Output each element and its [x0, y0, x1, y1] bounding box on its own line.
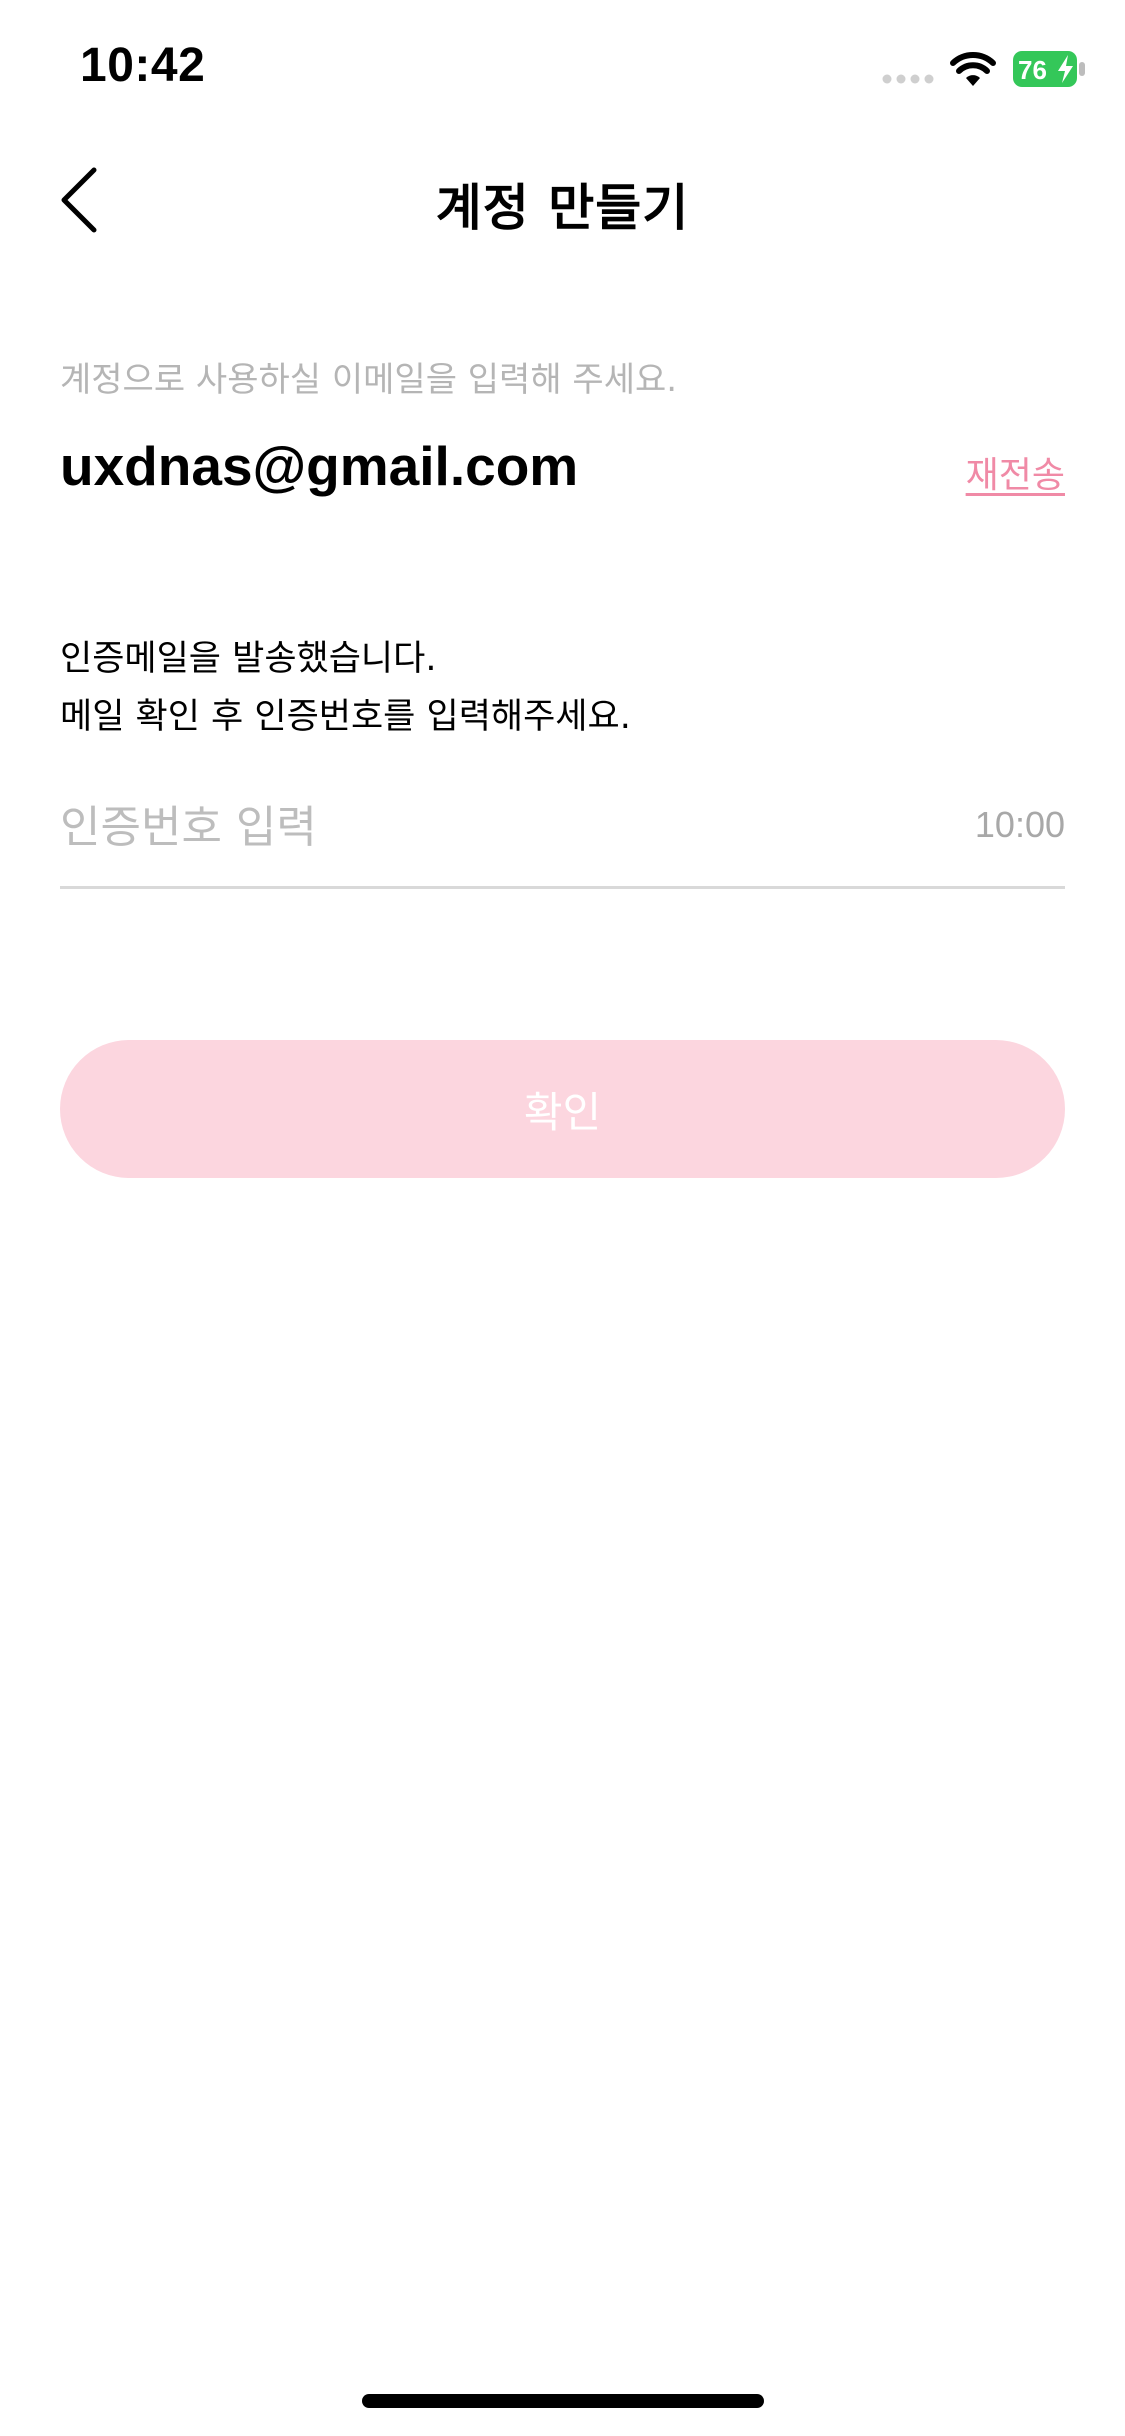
notice-line-2: 메일 확인 후 인증번호를 입력해주세요.: [60, 697, 631, 737]
confirm-button[interactable]: 확인: [60, 1040, 1065, 1178]
battery-level: 76: [1018, 55, 1047, 85]
battery-charging-icon: 76: [1013, 51, 1085, 87]
email-guide-text: 계정으로 사용하실 이메일을 입력해 주세요.: [60, 360, 678, 400]
verification-notice: 인증메일을 발송했습니다. 메일 확인 후 인증번호를 입력해주세요.: [60, 630, 631, 746]
notice-line-1: 인증메일을 발송했습니다.: [60, 639, 437, 679]
page-title: 계정 만들기: [435, 179, 690, 237]
status-bar: 10:42 76: [0, 0, 1125, 140]
resend-link[interactable]: 재전송: [966, 446, 1065, 498]
countdown-timer: 10:00: [974, 804, 1065, 845]
home-indicator: [362, 2394, 764, 2408]
signal-dots-icon: [882, 74, 934, 84]
navigation-bar: 계정 만들기: [0, 140, 1125, 260]
verification-code-input[interactable]: [60, 792, 860, 862]
verification-code-field: 10:00: [60, 778, 1065, 889]
wifi-icon: [950, 52, 996, 86]
email-value: uxdnas@gmail.com: [60, 435, 579, 497]
status-time: 10:42: [80, 39, 206, 92]
